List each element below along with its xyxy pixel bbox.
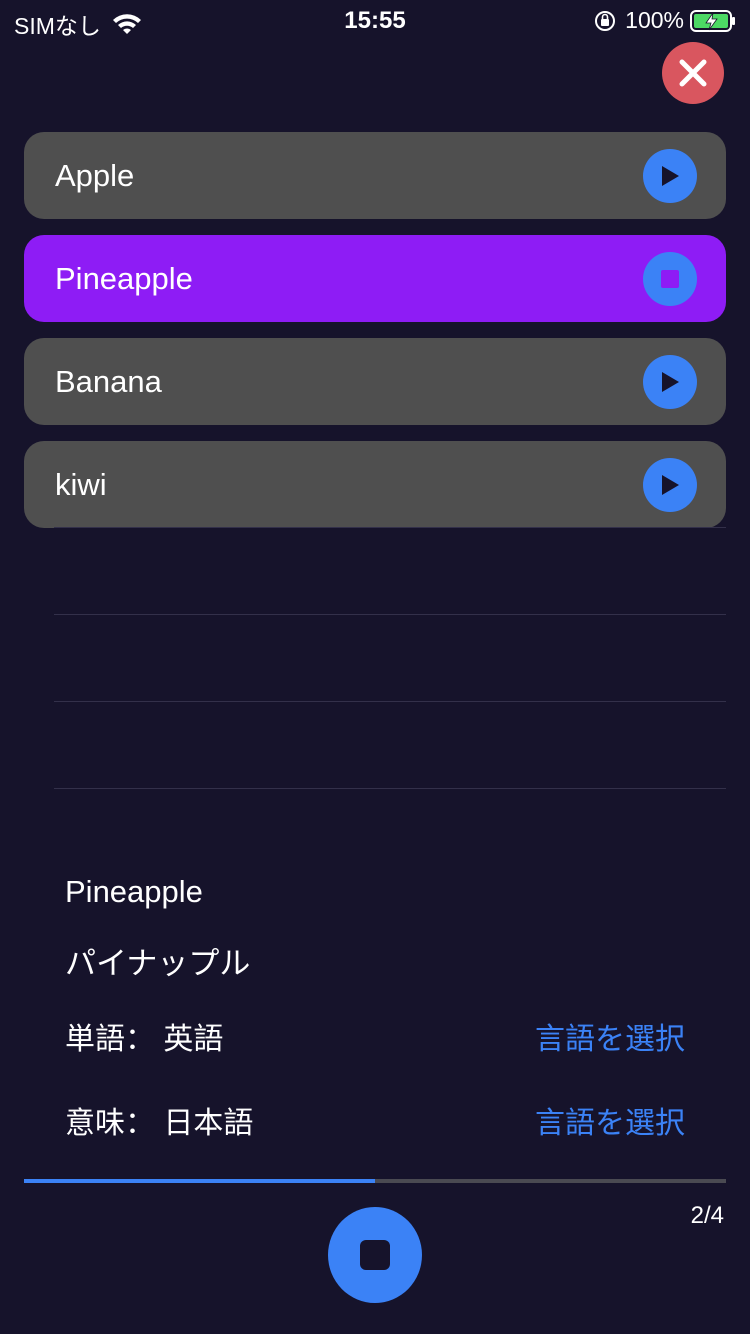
progress-bar: [24, 1179, 726, 1183]
stop-icon: [661, 270, 679, 288]
word-row-banana[interactable]: Banana: [24, 338, 726, 425]
stop-button[interactable]: [643, 252, 697, 306]
progress-fill: [24, 1179, 375, 1183]
word-language-value: 英語: [163, 1023, 224, 1056]
status-bar: SIMなし 15:55 100%: [0, 0, 750, 44]
play-button[interactable]: [643, 149, 697, 203]
meaning-language-label: 意味： 日本語: [65, 1098, 253, 1142]
play-icon: [662, 475, 679, 495]
rotation-lock-icon: [595, 10, 616, 31]
play-icon: [662, 166, 679, 186]
meaning-language-key: 意味：: [65, 1107, 155, 1140]
word-language-row: 単語： 英語 言語を選択: [65, 1014, 685, 1056]
word-language-select-button[interactable]: 言語を選択: [535, 1014, 685, 1058]
word-label: Banana: [55, 364, 162, 399]
battery-percent: 100%: [625, 7, 684, 33]
battery-charging-icon: [690, 9, 735, 32]
word-language-key: 単語：: [65, 1023, 155, 1056]
play-button[interactable]: [643, 458, 697, 512]
word-row-apple[interactable]: Apple: [24, 132, 726, 219]
empty-row-separator: [54, 614, 726, 615]
close-button[interactable]: [662, 42, 724, 104]
word-language-label: 単語： 英語: [65, 1014, 223, 1058]
word-label: Apple: [55, 158, 135, 193]
current-word: Pineapple: [65, 874, 203, 909]
word-list: Apple Pineapple Banana kiwi: [24, 132, 726, 544]
stop-icon: [360, 1240, 390, 1270]
play-button[interactable]: [643, 355, 697, 409]
page-counter: 2/4: [690, 1202, 724, 1229]
stop-playback-button[interactable]: [328, 1207, 422, 1303]
word-label: Pineapple: [55, 261, 193, 296]
empty-row-separator: [54, 701, 726, 702]
word-row-kiwi[interactable]: kiwi: [24, 441, 726, 528]
current-meaning: パイナップル: [65, 946, 251, 981]
meaning-language-select-button[interactable]: 言語を選択: [535, 1098, 685, 1142]
meaning-language-row: 意味： 日本語 言語を選択: [65, 1098, 685, 1140]
meaning-language-value: 日本語: [163, 1107, 254, 1140]
play-icon: [662, 372, 679, 392]
word-label: kiwi: [55, 467, 107, 502]
empty-row-separator: [54, 527, 726, 528]
status-right: 100%: [593, 7, 736, 34]
close-icon: [679, 59, 707, 87]
word-row-pineapple[interactable]: Pineapple: [24, 235, 726, 322]
empty-row-separator: [54, 788, 726, 789]
